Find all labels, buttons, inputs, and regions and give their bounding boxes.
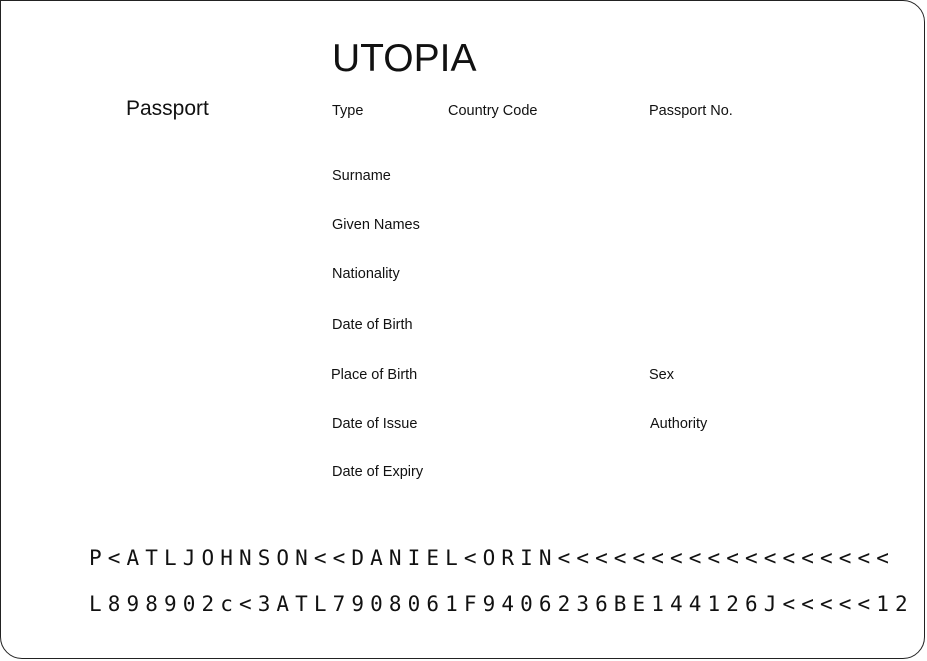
place-of-birth-label: Place of Birth	[331, 367, 418, 383]
passport-data-page: UTOPIA Passport Type Country Code Passpo…	[0, 0, 925, 659]
surname-label: Surname	[332, 168, 391, 184]
nationality-label: Nationality	[332, 266, 400, 282]
sex-label: Sex	[649, 367, 674, 383]
date-of-issue-label: Date of Issue	[332, 416, 418, 432]
given-names-label: Given Names	[332, 217, 420, 233]
date-of-expiry-label: Date of Expiry	[332, 464, 424, 480]
mrz-line-2: L898902c<3ATL7908061F9406236BE144126J<<<…	[89, 592, 914, 616]
date-of-birth-label: Date of Birth	[332, 317, 413, 333]
country-title: UTOPIA	[332, 37, 477, 80]
type-label: Type	[332, 103, 364, 119]
country-code-label: Country Code	[448, 103, 538, 119]
authority-label: Authority	[650, 416, 708, 432]
mrz-line-1: P<ATLJOHNSON<<DANIEL<ORIN<<<<<<<<<<<<<<<…	[89, 546, 895, 570]
document-type-label: Passport	[126, 97, 209, 120]
passport-number-label: Passport No.	[649, 103, 733, 119]
